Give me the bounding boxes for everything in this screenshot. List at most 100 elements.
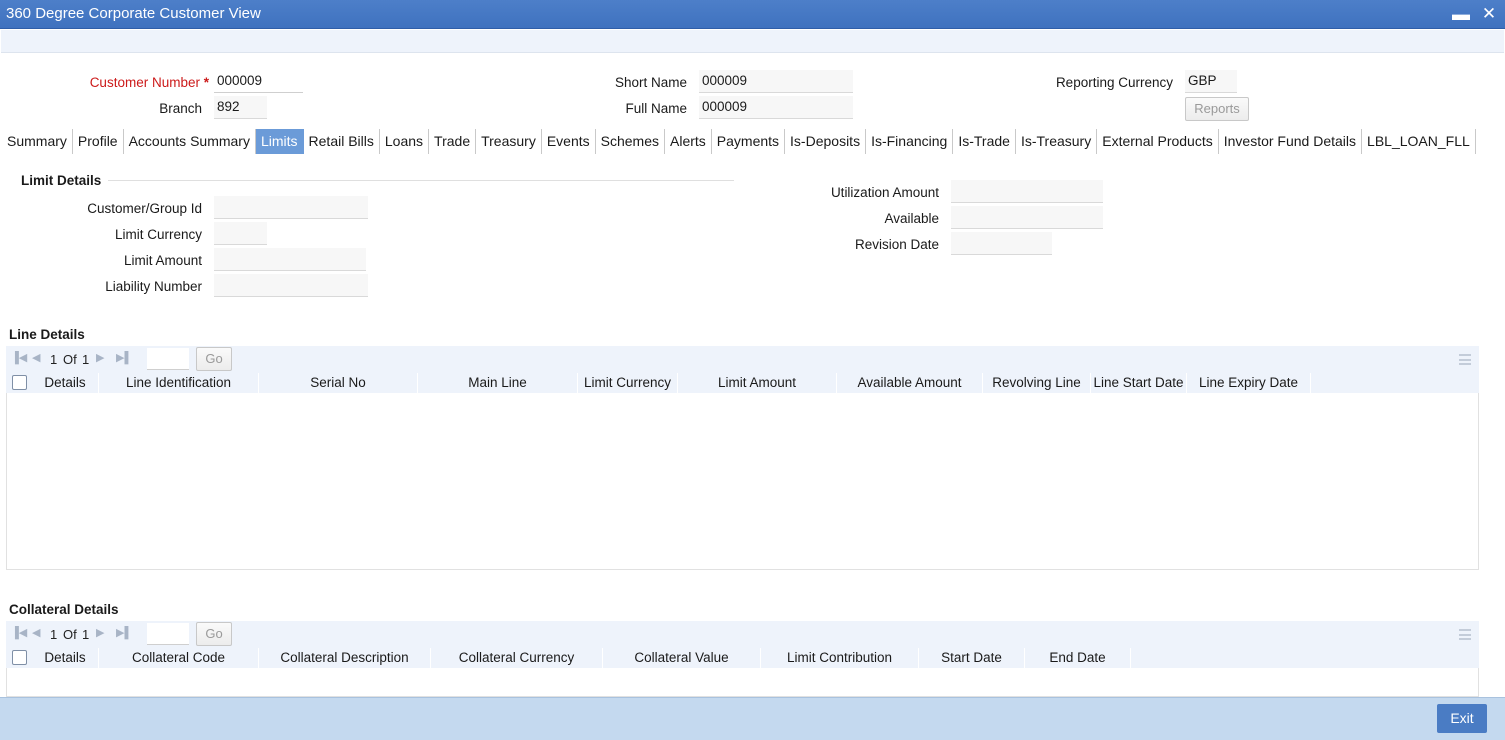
column-header[interactable]: Line Identification xyxy=(99,373,259,393)
limit-amount-field[interactable] xyxy=(214,248,366,271)
tab-events[interactable]: Events xyxy=(542,129,596,154)
tab-lbl-loan-fll[interactable]: LBL_LOAN_FLL xyxy=(1362,129,1476,154)
available-label: Available xyxy=(884,211,939,226)
tab-is-deposits[interactable]: Is-Deposits xyxy=(785,129,867,154)
column-header[interactable]: End Date xyxy=(1025,648,1131,668)
full-name-label: Full Name xyxy=(625,101,687,116)
column-header[interactable]: Limit Amount xyxy=(678,373,837,393)
tab-loans[interactable]: Loans xyxy=(380,129,430,154)
total-pages: 1 xyxy=(82,627,90,642)
last-page-icon[interactable]: ▶▌ xyxy=(116,351,132,364)
line-details-grid-body xyxy=(6,393,1479,570)
collateral-details-heading: Collateral Details xyxy=(9,602,119,617)
column-header[interactable]: Revolving Line xyxy=(983,373,1091,393)
go-button[interactable]: Go xyxy=(196,622,232,646)
previous-page-icon[interactable]: ◀ xyxy=(32,351,40,364)
tab-trade[interactable]: Trade xyxy=(429,129,477,154)
line-details-pager: ▐◀ ◀ 1 Of 1 ▶ ▶▌ Go xyxy=(6,346,1479,373)
branch-label: Branch xyxy=(159,101,202,116)
liability-number-label: Liability Number xyxy=(105,279,202,294)
tab-accounts-summary[interactable]: Accounts Summary xyxy=(124,129,256,154)
next-page-icon[interactable]: ▶ xyxy=(96,626,104,639)
tab-treasury[interactable]: Treasury xyxy=(476,129,542,154)
column-header[interactable]: Collateral Currency xyxy=(431,648,603,668)
line-details-heading: Line Details xyxy=(9,327,85,342)
collateral-details-header-row: Details Collateral Code Collateral Descr… xyxy=(6,648,1479,668)
tab-summary[interactable]: Summary xyxy=(2,129,73,154)
tab-is-financing[interactable]: Is-Financing xyxy=(866,129,954,154)
tab-profile[interactable]: Profile xyxy=(73,129,124,154)
select-all-checkbox[interactable] xyxy=(12,650,27,665)
column-header[interactable]: Collateral Description xyxy=(259,648,431,668)
tab-is-treasury[interactable]: Is-Treasury xyxy=(1016,129,1098,154)
utilization-amount-field[interactable] xyxy=(951,180,1103,203)
reporting-currency-label: Reporting Currency xyxy=(1055,75,1173,90)
revision-date-field[interactable] xyxy=(951,232,1052,255)
exit-button[interactable]: Exit xyxy=(1437,704,1487,733)
tab-is-trade[interactable]: Is-Trade xyxy=(953,129,1016,154)
close-icon[interactable]: ✕ xyxy=(1478,2,1500,26)
title-bar: 360 Degree Corporate Customer View ▬ ✕ xyxy=(0,0,1505,29)
go-button[interactable]: Go xyxy=(196,347,232,371)
tab-alerts[interactable]: Alerts xyxy=(665,129,712,154)
column-header[interactable]: Collateral Code xyxy=(99,648,259,668)
column-header[interactable]: Main Line xyxy=(418,373,578,393)
page-number-input[interactable] xyxy=(147,348,189,370)
column-header[interactable]: Available Amount xyxy=(837,373,983,393)
line-details-header-row: Details Line Identification Serial No Ma… xyxy=(6,373,1479,393)
current-page: 1 xyxy=(50,352,58,367)
column-header[interactable]: Start Date xyxy=(919,648,1025,668)
column-header[interactable]: Details xyxy=(32,373,99,393)
last-page-icon[interactable]: ▶▌ xyxy=(116,626,132,639)
tab-payments[interactable]: Payments xyxy=(712,129,786,154)
tab-schemes[interactable]: Schemes xyxy=(596,129,665,154)
page-of-label: Of xyxy=(63,352,77,367)
section-divider xyxy=(108,180,734,181)
tab-bar: Summary Profile Accounts Summary Limits … xyxy=(2,129,1476,154)
previous-page-icon[interactable]: ◀ xyxy=(32,626,40,639)
short-name-field[interactable]: 000009 xyxy=(699,70,853,93)
tab-limits[interactable]: Limits xyxy=(255,129,304,154)
current-page: 1 xyxy=(50,627,58,642)
page-number-input[interactable] xyxy=(147,623,189,645)
available-field[interactable] xyxy=(951,206,1103,229)
total-pages: 1 xyxy=(82,352,90,367)
column-header[interactable]: Limit Currency xyxy=(578,373,678,393)
collateral-details-pager: ▐◀ ◀ 1 Of 1 ▶ ▶▌ Go xyxy=(6,621,1479,648)
limit-currency-label: Limit Currency xyxy=(114,227,202,242)
column-header[interactable]: Line Start Date xyxy=(1091,373,1187,393)
first-page-icon[interactable]: ▐◀ xyxy=(11,626,27,639)
tab-retail-bills[interactable]: Retail Bills xyxy=(304,129,380,154)
reporting-currency-field[interactable]: GBP xyxy=(1185,70,1237,93)
tab-external-products[interactable]: External Products xyxy=(1097,129,1219,154)
short-name-label: Short Name xyxy=(614,75,687,90)
tab-investor-fund-details[interactable]: Investor Fund Details xyxy=(1219,129,1363,154)
limit-details-heading: Limit Details xyxy=(21,173,102,188)
full-name-field[interactable]: 000009 xyxy=(699,96,853,119)
column-menu-icon[interactable] xyxy=(1459,354,1471,365)
select-all-checkbox[interactable] xyxy=(12,375,27,390)
customer-number-label: Customer Number * xyxy=(89,75,209,90)
page-of-label: Of xyxy=(63,627,77,642)
column-header[interactable]: Serial No xyxy=(259,373,418,393)
liability-number-field[interactable] xyxy=(214,274,368,297)
customer-group-id-label: Customer/Group Id xyxy=(87,201,202,216)
toolbar-strip xyxy=(1,30,1504,53)
reports-button[interactable]: Reports xyxy=(1185,97,1249,121)
column-menu-icon[interactable] xyxy=(1459,629,1471,640)
customer-number-field[interactable]: 000009 xyxy=(214,70,303,93)
first-page-icon[interactable]: ▐◀ xyxy=(11,351,27,364)
minimize-icon[interactable]: ▬ xyxy=(1450,2,1472,26)
branch-field[interactable]: 892 xyxy=(214,96,267,119)
limit-currency-field[interactable] xyxy=(214,222,267,245)
footer-bar: Exit xyxy=(0,697,1505,740)
next-page-icon[interactable]: ▶ xyxy=(96,351,104,364)
column-header[interactable]: Collateral Value xyxy=(603,648,761,668)
customer-group-id-field[interactable] xyxy=(214,196,368,219)
column-header[interactable]: Details xyxy=(32,648,99,668)
limit-amount-label: Limit Amount xyxy=(123,253,202,268)
column-header[interactable]: Limit Contribution xyxy=(761,648,919,668)
column-header[interactable]: Line Expiry Date xyxy=(1187,373,1311,393)
collateral-details-grid-body xyxy=(6,668,1479,697)
revision-date-label: Revision Date xyxy=(854,237,939,252)
